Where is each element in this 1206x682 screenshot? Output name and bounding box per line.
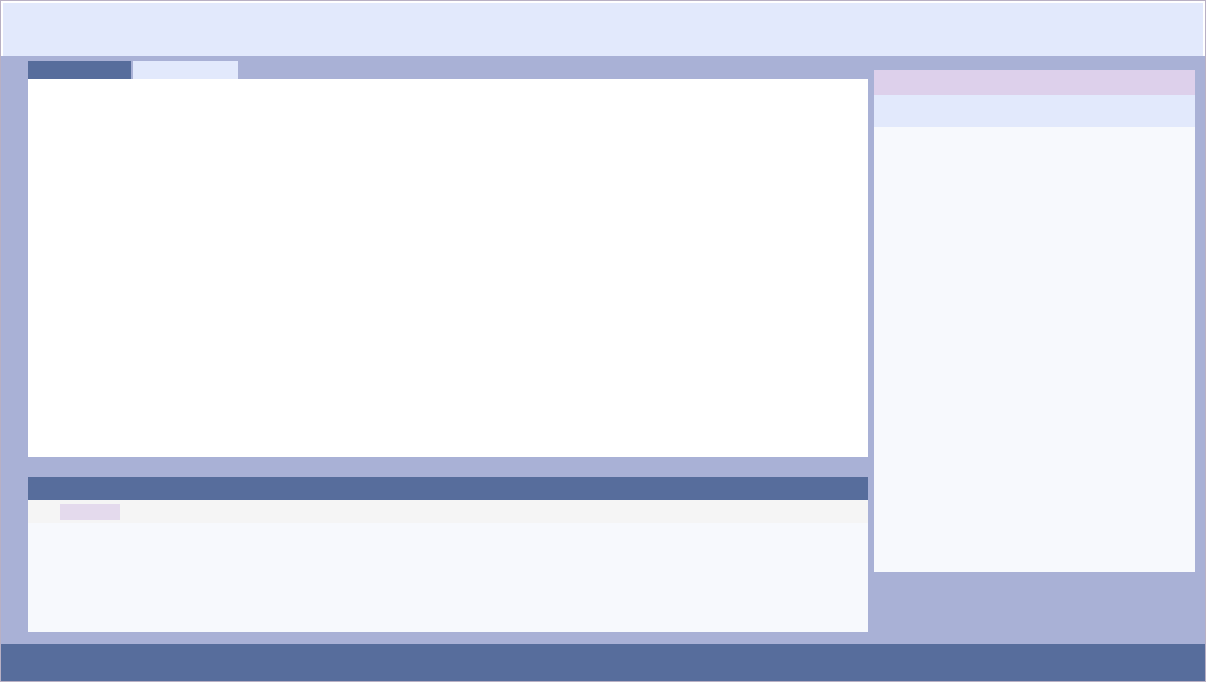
bottom-panel-toolbar (28, 500, 868, 523)
content-area (28, 61, 868, 624)
tab-active[interactable] (28, 61, 131, 79)
sidebar-panel (874, 70, 1195, 572)
sidebar-subheader (874, 95, 1195, 127)
tab-inactive[interactable] (133, 61, 238, 79)
tabs-row (28, 61, 868, 79)
top-header-bar (3, 3, 1203, 56)
toolbar-pill[interactable] (60, 504, 120, 520)
toolbar-spacer (28, 500, 60, 523)
sidebar-body[interactable] (874, 127, 1195, 572)
editor-canvas[interactable] (28, 79, 868, 457)
status-bar (1, 644, 1205, 681)
bottom-panel-header[interactable] (28, 477, 868, 500)
bottom-panel (28, 477, 868, 632)
main-workspace (1, 56, 1205, 644)
app-window (0, 0, 1206, 682)
sidebar-header[interactable] (874, 70, 1195, 95)
bottom-panel-body[interactable] (28, 523, 868, 632)
